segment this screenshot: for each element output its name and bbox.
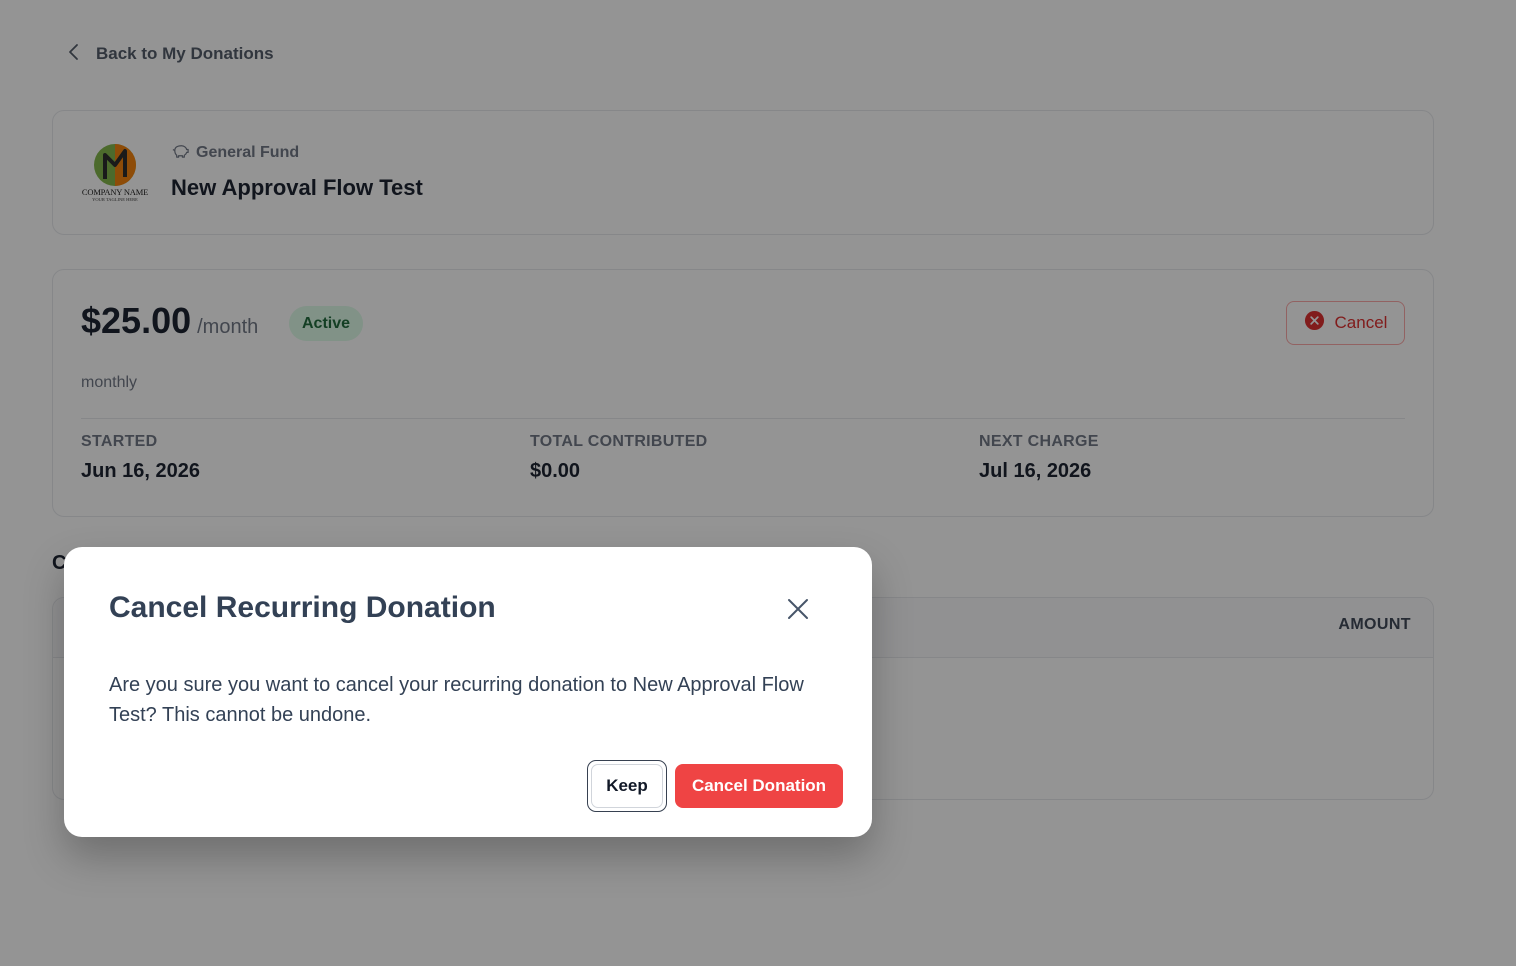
close-icon[interactable] xyxy=(784,595,812,623)
cancel-donation-button[interactable]: Cancel Donation xyxy=(675,764,843,808)
keep-button[interactable]: Keep xyxy=(587,760,667,812)
dialog-title: Cancel Recurring Donation xyxy=(109,591,496,624)
page: Back to My Donations COMPANY NAME YOUR T… xyxy=(0,0,1516,966)
cancel-donation-dialog: Cancel Recurring Donation Are you sure y… xyxy=(64,547,872,837)
keep-button-label: Keep xyxy=(591,764,663,808)
dialog-message: Are you sure you want to cancel your rec… xyxy=(109,674,804,726)
